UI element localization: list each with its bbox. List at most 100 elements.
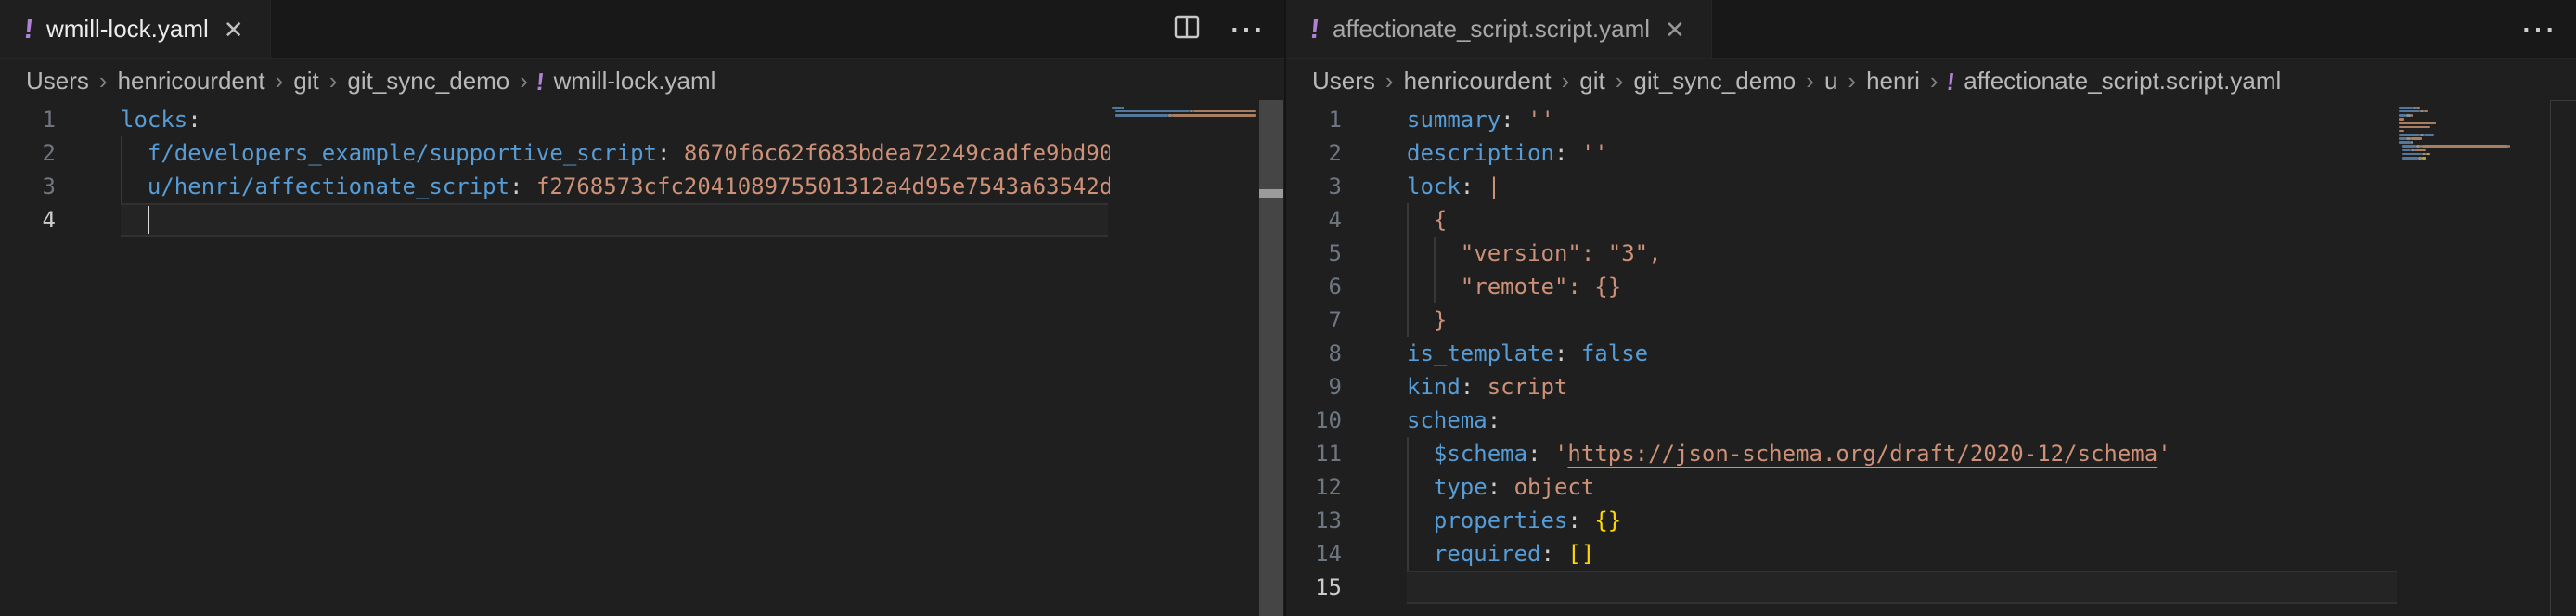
editor-right[interactable]: 1 summary: ''2description: ''3lock: |4 {5… bbox=[1286, 103, 2576, 616]
code-line[interactable]: 12 type: object bbox=[1286, 470, 2399, 504]
breadcrumb-item[interactable]: henricourdent bbox=[1402, 67, 1553, 96]
scrollbar-handle[interactable] bbox=[1259, 189, 1283, 198]
chevron-right-icon: › bbox=[1797, 67, 1823, 96]
code-line[interactable]: 14 required: [] bbox=[1286, 537, 2399, 571]
code-text: { bbox=[1407, 203, 1447, 237]
minimap[interactable] bbox=[2399, 106, 2537, 217]
breadcrumb-item[interactable]: git_sync_demo bbox=[1631, 67, 1797, 96]
tab-label: wmill-lock.yaml bbox=[46, 15, 209, 44]
code-line[interactable]: 1 locks: bbox=[0, 103, 1110, 136]
code-text: "remote": {} bbox=[1407, 270, 1621, 303]
tab-actions-right: ⋯ bbox=[2520, 0, 2576, 58]
code-line[interactable]: 11 $schema: 'https://json-schema.org/dra… bbox=[1286, 437, 2399, 470]
breadcrumb-item[interactable]: git bbox=[291, 67, 320, 96]
breadcrumb-item[interactable]: git_sync_demo bbox=[345, 67, 511, 96]
line-number[interactable]: 4 bbox=[0, 203, 56, 237]
editor-left[interactable]: 1 locks:2 f/developers_example/supportive… bbox=[0, 103, 1284, 616]
breadcrumb[interactable]: Users›henricourdent›git›git_sync_demo›!w… bbox=[0, 59, 1284, 103]
code-line[interactable]: 13 properties: {} bbox=[1286, 504, 2399, 537]
code-line[interactable]: 15 bbox=[1286, 571, 2399, 604]
code-text: summary: '' bbox=[1407, 103, 1554, 136]
code-line[interactable]: 1 summary: '' bbox=[1286, 103, 2399, 136]
line-number[interactable]: 9 bbox=[1286, 370, 1342, 404]
chevron-right-icon: › bbox=[511, 67, 536, 96]
minimap-line bbox=[1112, 118, 1258, 122]
tab-label: affectionate_script.script.yaml bbox=[1333, 15, 1650, 44]
tab-bar-right: ! affectionate_script.script.yaml ✕ ⋯ bbox=[1286, 0, 2576, 59]
overview-ruler[interactable] bbox=[2550, 100, 2576, 616]
line-number[interactable]: 5 bbox=[1286, 237, 1342, 270]
current-line-highlight bbox=[121, 203, 1108, 237]
code-text: type: object bbox=[1407, 470, 1594, 504]
line-number[interactable]: 1 bbox=[0, 103, 56, 136]
code-line[interactable]: 2 f/developers_example/supportive_script… bbox=[0, 136, 1110, 170]
line-number[interactable]: 2 bbox=[1286, 136, 1342, 170]
close-tab-icon[interactable]: ✕ bbox=[222, 16, 246, 44]
breadcrumb[interactable]: Users›henricourdent›git›git_sync_demo›u›… bbox=[1286, 59, 2576, 103]
code-text: } bbox=[1407, 303, 1447, 337]
minimap[interactable] bbox=[1112, 106, 1258, 217]
breadcrumb-item[interactable]: henricourdent bbox=[116, 67, 267, 96]
editor-group-left: ! wmill-lock.yaml ✕ ⋯ Users›henricourden… bbox=[0, 0, 1284, 616]
breadcrumb-item-file[interactable]: !affectionate_script.script.yaml bbox=[1947, 67, 2282, 96]
code-text: is_template: false bbox=[1407, 337, 1648, 370]
code-area[interactable]: 1 locks:2 f/developers_example/supportive… bbox=[0, 103, 1110, 237]
code-text: schema: bbox=[1407, 404, 1501, 437]
chevron-right-icon: › bbox=[267, 67, 292, 96]
line-number[interactable]: 3 bbox=[0, 170, 56, 203]
line-number[interactable]: 10 bbox=[1286, 404, 1342, 437]
line-number[interactable]: 8 bbox=[1286, 337, 1342, 370]
breadcrumb-item[interactable]: u bbox=[1823, 67, 1839, 96]
code-line[interactable]: 9 kind: script bbox=[1286, 370, 2399, 404]
line-number[interactable]: 11 bbox=[1286, 437, 1342, 470]
breadcrumb-item[interactable]: henri bbox=[1864, 67, 1922, 96]
chevron-right-icon: › bbox=[1553, 67, 1578, 96]
tab-affectionate-script-yaml[interactable]: ! affectionate_script.script.yaml ✕ bbox=[1286, 0, 1712, 58]
code-line[interactable]: 7 } bbox=[1286, 303, 2399, 337]
code-line[interactable]: 4 bbox=[0, 203, 1110, 237]
split-editor-icon[interactable] bbox=[1173, 13, 1201, 45]
breadcrumb-item[interactable]: Users bbox=[24, 67, 91, 96]
line-number[interactable]: 15 bbox=[1286, 571, 1342, 604]
editor-group-right: ! affectionate_script.script.yaml ✕ ⋯ Us… bbox=[1286, 0, 2576, 616]
tab-wmill-lock-yaml[interactable]: ! wmill-lock.yaml ✕ bbox=[0, 0, 271, 58]
chevron-right-icon: › bbox=[1377, 67, 1402, 96]
line-number[interactable]: 1 bbox=[1286, 103, 1342, 136]
code-text: kind: script bbox=[1407, 370, 1567, 404]
line-number[interactable]: 12 bbox=[1286, 470, 1342, 504]
yaml-file-icon: ! bbox=[535, 70, 546, 94]
code-line[interactable]: 6 "remote": {} bbox=[1286, 270, 2399, 303]
more-actions-icon[interactable]: ⋯ bbox=[1229, 12, 1266, 47]
breadcrumb-item[interactable]: Users bbox=[1310, 67, 1377, 96]
chevron-right-icon: › bbox=[1922, 67, 1947, 96]
code-text: u/henri/affectionate_script: f2768573cfc… bbox=[121, 170, 1110, 203]
code-line[interactable]: 2description: '' bbox=[1286, 136, 2399, 170]
code-line[interactable]: 3lock: | bbox=[1286, 170, 2399, 203]
line-number[interactable]: 2 bbox=[0, 136, 56, 170]
code-text: properties: {} bbox=[1407, 504, 1621, 537]
code-line[interactable]: 8 is_template: false bbox=[1286, 337, 2399, 370]
close-tab-icon[interactable]: ✕ bbox=[1663, 16, 1687, 44]
code-line[interactable]: 4 { bbox=[1286, 203, 2399, 237]
chevron-right-icon: › bbox=[1839, 67, 1864, 96]
current-line-highlight bbox=[1407, 571, 2397, 604]
code-line[interactable]: 5 "version": "3", bbox=[1286, 237, 2399, 270]
minimap-line bbox=[2399, 160, 2537, 164]
line-number[interactable]: 4 bbox=[1286, 203, 1342, 237]
code-line[interactable]: 3 u/henri/affectionate_script: f2768573c… bbox=[0, 170, 1110, 203]
code-line[interactable]: 10 schema: bbox=[1286, 404, 2399, 437]
code-text: locks: bbox=[121, 103, 201, 136]
more-actions-icon[interactable]: ⋯ bbox=[2520, 12, 2557, 47]
yaml-file-icon: ! bbox=[1945, 70, 1955, 94]
vertical-scrollbar[interactable] bbox=[1259, 100, 1283, 616]
line-number[interactable]: 13 bbox=[1286, 504, 1342, 537]
line-number[interactable]: 6 bbox=[1286, 270, 1342, 303]
line-number[interactable]: 3 bbox=[1286, 170, 1342, 203]
code-area[interactable]: 1 summary: ''2description: ''3lock: |4 {5… bbox=[1286, 103, 2399, 604]
editor-window: ! wmill-lock.yaml ✕ ⋯ Users›henricourden… bbox=[0, 0, 2576, 616]
breadcrumb-item-file[interactable]: !wmill-lock.yaml bbox=[536, 67, 715, 96]
line-number[interactable]: 7 bbox=[1286, 303, 1342, 337]
text-cursor bbox=[148, 206, 149, 234]
line-number[interactable]: 14 bbox=[1286, 537, 1342, 571]
breadcrumb-item[interactable]: git bbox=[1578, 67, 1606, 96]
